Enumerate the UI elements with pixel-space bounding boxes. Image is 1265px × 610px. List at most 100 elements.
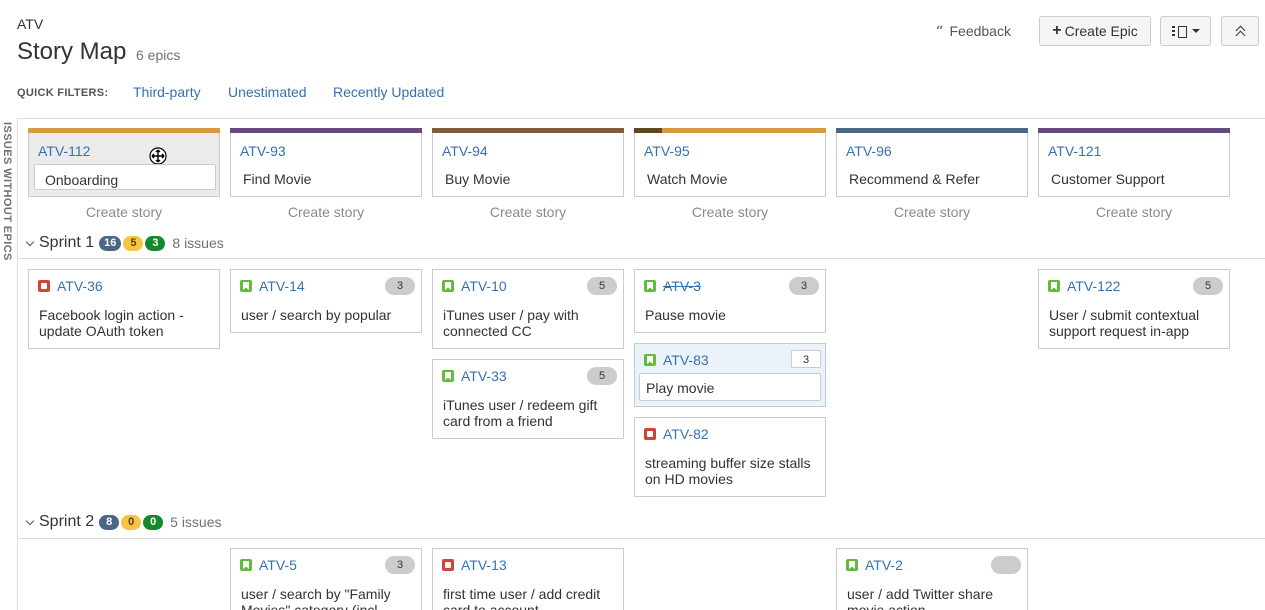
issue-card[interactable]: ATV-3 3 Pause movie <box>634 269 826 333</box>
quick-filters-label: QUICK FILTERS: <box>17 87 109 99</box>
issue-card[interactable]: ATV-5 3 user / search by "Family Movies"… <box>230 548 422 610</box>
story-type-icon <box>240 559 252 571</box>
plus-icon: + <box>1052 22 1062 39</box>
epic-name: Recommend & Refer <box>849 171 980 187</box>
issue-card[interactable]: ATV-14 3 user / search by popular <box>230 269 422 333</box>
story-points-badge[interactable]: 5 <box>1193 277 1223 295</box>
epic-key[interactable]: ATV-121 <box>1048 143 1101 159</box>
move-cursor-icon <box>149 147 167 165</box>
story-points-badge[interactable]: 3 <box>789 277 819 295</box>
story-points-badge[interactable]: 5 <box>587 277 617 295</box>
caret-down-icon <box>1191 29 1200 33</box>
issue-summary: user / search by popular <box>241 307 392 323</box>
epic-key[interactable]: ATV-93 <box>240 143 286 159</box>
epic-key[interactable]: ATV-94 <box>442 143 488 159</box>
feedback-label: Feedback <box>949 23 1011 39</box>
create-story-link[interactable]: Create story <box>634 204 826 220</box>
epic-card[interactable]: ATV-94 Buy Movie <box>432 128 624 197</box>
create-story-link[interactable]: Create story <box>230 204 422 220</box>
story-points-badge[interactable]: 3 <box>385 556 415 574</box>
issue-card[interactable]: ATV-10 5 iTunes user / pay with connecte… <box>432 269 624 349</box>
epic-key[interactable]: ATV-112 <box>38 143 90 159</box>
story-points-input[interactable]: 3 <box>791 350 821 368</box>
done-count-badge: 3 <box>145 235 166 251</box>
issue-key[interactable]: ATV-13 <box>461 557 507 573</box>
epic-card[interactable]: ATV-121 Customer Support <box>1038 128 1230 197</box>
issue-card[interactable]: ATV-36 Facebook login action - update OA… <box>28 269 220 349</box>
epic-card[interactable]: ATV-95 Watch Movie <box>634 128 826 197</box>
epic-color-bar <box>230 128 422 133</box>
quick-filter-unestimated[interactable]: Unestimated <box>228 84 307 100</box>
issue-card[interactable]: ATV-122 5 User / submit contextual suppo… <box>1038 269 1230 349</box>
epic-name: Buy Movie <box>445 171 511 187</box>
epic-name-editor[interactable]: Onboarding <box>34 164 216 190</box>
issue-card[interactable]: ATV-82 streaming buffer size stalls on H… <box>634 417 826 497</box>
issue-key[interactable]: ATV-10 <box>461 278 507 294</box>
issue-key[interactable]: ATV-82 <box>663 426 709 442</box>
sprint-2-divider <box>17 538 1265 539</box>
story-type-icon <box>846 559 858 571</box>
story-points-badge[interactable]: 3 <box>385 277 415 295</box>
issue-key[interactable]: ATV-14 <box>259 278 305 294</box>
quote-icon: “ <box>936 23 944 39</box>
quick-filter-recently-updated[interactable]: Recently Updated <box>333 84 444 100</box>
bug-type-icon <box>38 280 50 292</box>
epic-key[interactable]: ATV-96 <box>846 143 892 159</box>
sprint-1-divider <box>17 258 1265 259</box>
issue-key[interactable]: ATV-83 <box>663 352 709 368</box>
epic-card[interactable]: ATV-96 Recommend & Refer <box>836 128 1028 197</box>
create-story-link[interactable]: Create story <box>432 204 624 220</box>
collapse-header-button[interactable] <box>1221 16 1259 46</box>
issue-summary: first time user / add credit card to acc… <box>443 586 601 610</box>
issue-key[interactable]: ATV-3 <box>663 278 701 294</box>
in-progress-count-badge: 5 <box>123 235 144 251</box>
create-epic-button[interactable]: + Create Epic <box>1039 16 1151 46</box>
issue-summary: streaming buffer size stalls on HD movie… <box>645 455 811 487</box>
epic-card[interactable]: ATV-112 Onboarding <box>28 128 220 197</box>
todo-count-badge: 8 <box>99 514 120 530</box>
issue-summary: user / search by "Family Movies" categor… <box>241 586 391 610</box>
issue-key[interactable]: ATV-5 <box>259 557 297 573</box>
done-count-badge: 0 <box>143 514 164 530</box>
side-divider <box>17 118 18 610</box>
project-key[interactable]: ATV <box>17 16 43 32</box>
sprint-1-header[interactable]: Sprint 1 16 5 3 8 issues <box>25 234 224 252</box>
epic-count: 6 epics <box>136 47 181 63</box>
issue-key[interactable]: ATV-2 <box>865 557 903 573</box>
story-type-icon <box>442 280 454 292</box>
feedback-link[interactable]: “ Feedback <box>936 23 1011 39</box>
issue-card[interactable]: ATV-33 5 iTunes user / redeem gift card … <box>432 359 624 439</box>
issue-key[interactable]: ATV-122 <box>1067 278 1120 294</box>
story-type-icon <box>442 370 454 382</box>
issue-summary: user / add Twitter share movie action <box>847 586 994 610</box>
issue-card[interactable]: ATV-13 first time user / add credit card… <box>432 548 624 610</box>
epic-name: Onboarding <box>45 172 119 188</box>
story-type-icon <box>644 280 656 292</box>
epic-key[interactable]: ATV-95 <box>644 143 690 159</box>
bug-type-icon <box>442 559 454 571</box>
sprint-issue-count: 8 issues <box>172 235 224 251</box>
epic-card[interactable]: ATV-93 Find Movie <box>230 128 422 197</box>
view-options-button[interactable] <box>1160 16 1211 46</box>
issues-without-epics-label: ISSUES WITHOUT EPICS <box>1 122 13 261</box>
issue-key[interactable]: ATV-36 <box>57 278 103 294</box>
create-story-link[interactable]: Create story <box>1038 204 1230 220</box>
issue-summary: Facebook login action - update OAuth tok… <box>39 307 184 339</box>
sprint-2-header[interactable]: Sprint 2 8 0 0 5 issues <box>25 513 222 531</box>
todo-count-badge: 16 <box>99 235 122 251</box>
issue-summary-editor[interactable]: Play movie <box>639 373 821 401</box>
story-points-badge[interactable] <box>991 556 1021 574</box>
issue-summary: iTunes user / pay with connected CC <box>443 307 579 339</box>
issues-without-epics-toggle[interactable]: ISSUES WITHOUT EPICS <box>0 122 14 282</box>
story-type-icon <box>1048 280 1060 292</box>
sprint-name: Sprint 1 <box>39 234 95 251</box>
issue-key[interactable]: ATV-33 <box>461 368 507 384</box>
issue-summary: User / submit contextual support request… <box>1049 307 1200 339</box>
story-points-badge[interactable]: 5 <box>587 367 617 385</box>
create-story-link[interactable]: Create story <box>28 204 220 220</box>
epic-color-bar <box>1038 128 1230 133</box>
issue-card[interactable]: ATV-83 3 Play movie <box>634 343 826 407</box>
create-story-link[interactable]: Create story <box>836 204 1028 220</box>
issue-card[interactable]: ATV-2 user / add Twitter share movie act… <box>836 548 1028 610</box>
quick-filter-third-party[interactable]: Third-party <box>133 84 201 100</box>
